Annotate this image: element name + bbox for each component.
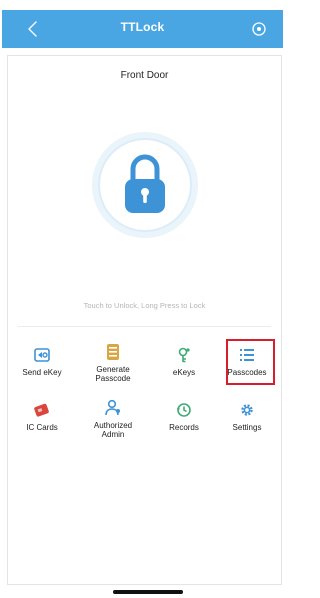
lock-panel: Front Door Touch to Unlock, Long Press t… xyxy=(7,55,282,585)
target-icon[interactable] xyxy=(249,19,269,39)
settings-icon xyxy=(241,404,253,416)
ic-card-icon xyxy=(34,403,49,417)
menu-generate-passcode[interactable]: Generate Passcode xyxy=(84,343,142,383)
app-title: TTLock xyxy=(120,20,165,34)
lock-hint-text: Touch to Unlock, Long Press to Lock xyxy=(83,301,206,310)
divider xyxy=(18,326,271,327)
menu-label: Generate Passcode xyxy=(95,365,131,383)
admin-icon xyxy=(105,399,120,416)
menu-records[interactable]: Records xyxy=(155,401,213,432)
menu-label: Records xyxy=(169,423,199,432)
app-screen: TTLock Front Door Touch to Unlock, Long … xyxy=(0,0,287,598)
menu-label: Send eKey xyxy=(22,368,62,377)
send-ekey-icon xyxy=(34,348,50,362)
menu-label: IC Cards xyxy=(26,423,58,432)
menu-authorized-admin[interactable]: Authorized Admin xyxy=(84,399,142,439)
menu-settings[interactable]: Settings xyxy=(218,401,276,432)
top-bar: TTLock xyxy=(2,10,283,48)
unlock-button[interactable] xyxy=(89,129,201,241)
passcode-icon xyxy=(107,344,119,360)
ekeys-icon xyxy=(178,347,190,363)
settings-highlight-box xyxy=(226,339,275,385)
records-icon xyxy=(177,403,191,417)
menu-ic-cards[interactable]: IC Cards xyxy=(13,401,71,432)
menu-label: Settings xyxy=(232,423,262,432)
menu-label: eKeys xyxy=(172,368,196,377)
menu-label: Authorized Admin xyxy=(93,421,133,439)
menu-ekeys[interactable]: eKeys xyxy=(155,346,213,377)
home-indicator xyxy=(113,590,183,594)
lock-name: Front Door xyxy=(120,70,169,81)
menu-send-ekey[interactable]: Send eKey xyxy=(13,346,71,377)
